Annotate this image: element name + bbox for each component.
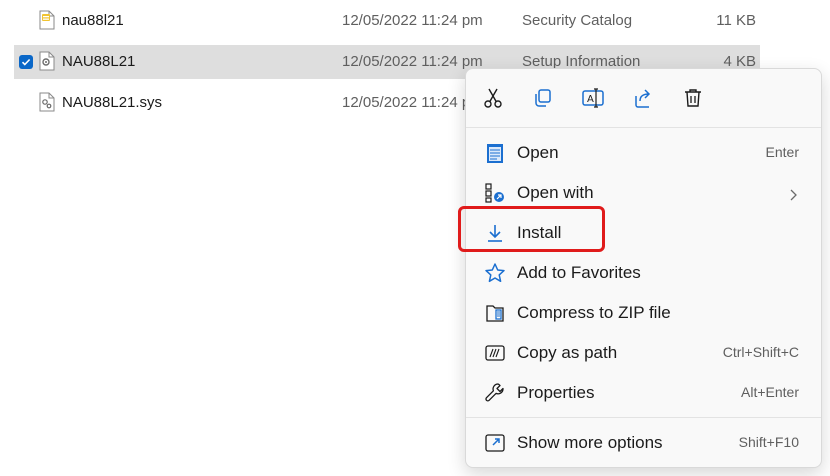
star-icon (484, 262, 506, 284)
menu-item-label: Compress to ZIP file (517, 303, 671, 322)
checkbox-checked-icon[interactable] (19, 55, 33, 69)
file-size: 11 KB (716, 12, 756, 29)
menu-item-shortcut: Ctrl+Shift+C (722, 344, 799, 360)
menu-item-label: Copy as path (517, 343, 618, 362)
menu-item-show-more-options[interactable]: Show more options Shift+F10 (472, 424, 815, 462)
file-date: 12/05/2022 11:24 pm (342, 53, 483, 70)
file-type: Security Catalog (522, 12, 633, 29)
file-name: NAU88L21.sys (62, 94, 163, 111)
install-highlight-box (458, 206, 605, 252)
file-row[interactable]: nau88l21 12/05/2022 11:24 pm Security Ca… (14, 4, 760, 38)
notepad-icon (484, 142, 506, 164)
menu-item-compress-zip[interactable]: Compress to ZIP file (472, 294, 815, 332)
menu-item-shortcut: Alt+Enter (741, 384, 799, 400)
file-name: nau88l21 (62, 12, 124, 29)
share-icon[interactable] (630, 85, 656, 111)
security-catalog-icon (38, 10, 56, 30)
copy-icon[interactable] (530, 85, 556, 111)
menu-item-open[interactable]: Open Enter (472, 134, 815, 172)
quick-actions-bar: A (466, 69, 821, 127)
system-file-icon (38, 92, 56, 112)
menu-item-shortcut: Enter (765, 144, 799, 160)
scissors-icon[interactable] (480, 85, 506, 111)
divider (466, 417, 821, 418)
menu-item-label: Open with (517, 183, 594, 202)
copy-path-icon (484, 342, 506, 364)
file-date: 12/05/2022 11:24 pm (342, 12, 483, 29)
svg-text:A: A (587, 94, 594, 105)
menu-item-label: Add to Favorites (517, 263, 641, 282)
file-explorer-view: nau88l21 12/05/2022 11:24 pm Security Ca… (0, 0, 830, 476)
menu-item-properties[interactable]: Properties Alt+Enter (472, 374, 815, 412)
context-menu: A Open Enter Open with Install Add to Fa… (465, 68, 822, 468)
menu-item-label: Show more options (517, 433, 663, 452)
open-with-icon (484, 182, 506, 204)
divider (466, 127, 821, 128)
rename-icon[interactable]: A (580, 85, 606, 111)
wrench-icon (484, 382, 506, 404)
trash-icon[interactable] (680, 85, 706, 111)
menu-item-label: Properties (517, 383, 595, 402)
file-name: NAU88L21 (62, 53, 136, 70)
menu-item-add-to-favorites[interactable]: Add to Favorites (472, 254, 815, 292)
more-options-icon (484, 432, 506, 454)
menu-item-shortcut: Shift+F10 (738, 434, 799, 450)
chevron-right-icon (789, 186, 797, 206)
menu-item-copy-as-path[interactable]: Copy as path Ctrl+Shift+C (472, 334, 815, 372)
zip-icon (484, 302, 506, 324)
setup-info-icon (38, 51, 56, 71)
menu-item-label: Open (517, 143, 559, 162)
file-date: 12/05/2022 11:24 pm (342, 94, 483, 111)
